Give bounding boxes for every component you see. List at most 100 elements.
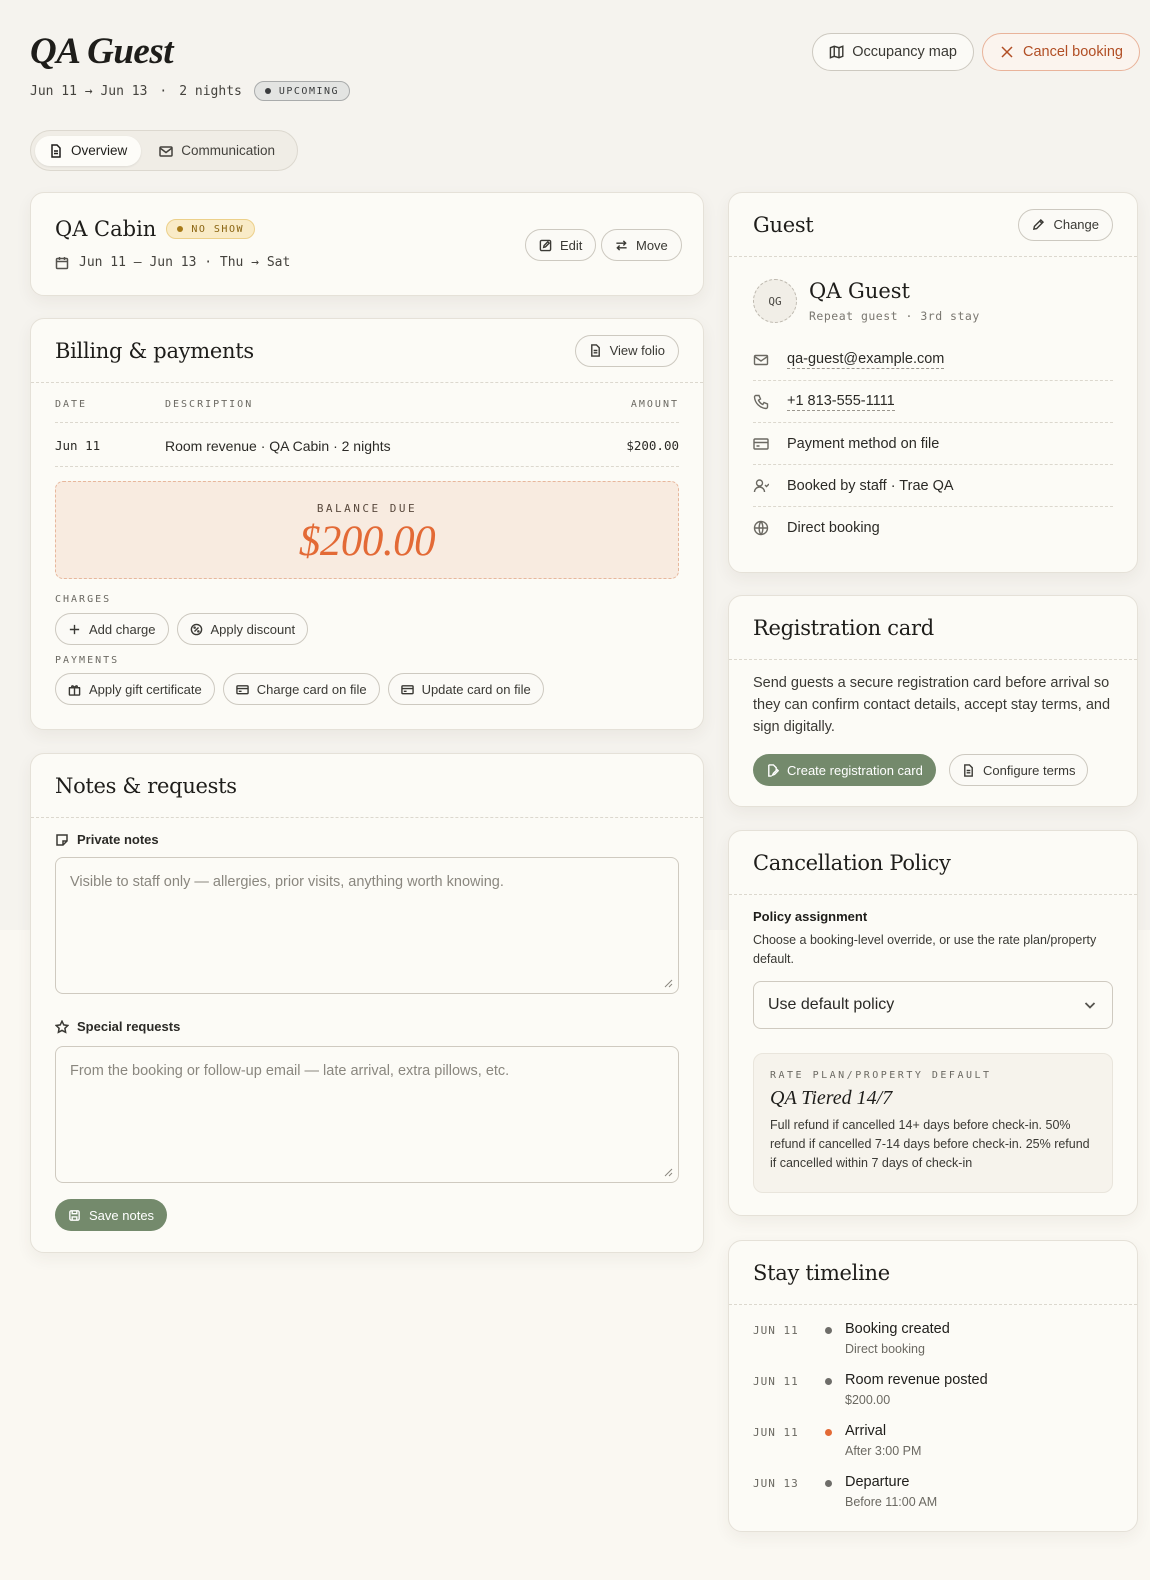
apply-discount-button[interactable]: Apply discount bbox=[176, 613, 309, 645]
guest-booked-by-row: Booked by staff · Trae QA bbox=[753, 465, 1113, 507]
col-date-header: DATE bbox=[55, 399, 88, 410]
default-policy-box: RATE PLAN/PROPERTY DEFAULT QA Tiered 14/… bbox=[753, 1053, 1113, 1193]
timeline-dot bbox=[825, 1429, 832, 1436]
timeline-subtitle: Direct booking bbox=[845, 1342, 925, 1356]
charge-card-label: Charge card on file bbox=[256, 681, 367, 697]
view-folio-button[interactable]: View folio bbox=[574, 334, 679, 367]
star-icon bbox=[55, 1019, 69, 1034]
globe-icon bbox=[753, 520, 769, 536]
user-icon bbox=[753, 478, 769, 492]
payments-actions: Apply gift certificate Charge card on fi… bbox=[55, 673, 544, 705]
guest-card-title: Guest bbox=[753, 212, 814, 237]
cancel-booking-button[interactable]: Cancel booking bbox=[982, 33, 1140, 71]
create-registration-card-button[interactable]: Create registration card bbox=[753, 754, 936, 786]
default-policy-description: Full refund if cancelled 14+ days before… bbox=[770, 1118, 1090, 1170]
guest-email[interactable]: qa-guest@example.com bbox=[787, 351, 945, 369]
no-show-dot bbox=[177, 226, 184, 232]
apply-discount-label: Apply discount bbox=[210, 621, 296, 637]
save-notes-button[interactable]: Save notes bbox=[55, 1199, 168, 1231]
timeline-date: JUN 13 bbox=[753, 1477, 799, 1490]
cancellation-header: Cancellation Policy bbox=[729, 831, 1137, 895]
billing-card: Billing & payments View folio DATE DESCR… bbox=[30, 318, 704, 730]
discount-icon bbox=[190, 623, 202, 635]
change-guest-button[interactable]: Change bbox=[1018, 208, 1113, 241]
status-badge: UPCOMING bbox=[253, 81, 351, 101]
guest-phone[interactable]: +1 813-555-1111 bbox=[787, 393, 895, 411]
update-card-label: Update card on file bbox=[421, 681, 531, 697]
tab-overview[interactable]: Overview bbox=[35, 135, 142, 166]
cabin-dates: Jun 11 — Jun 13 · Thu → Sat bbox=[55, 255, 290, 270]
cabin-header: QA Cabin NO SHOW bbox=[55, 217, 255, 241]
configure-terms-button[interactable]: Configure terms bbox=[949, 754, 1089, 786]
occupancy-map-button[interactable]: Occupancy map bbox=[812, 33, 974, 71]
special-requests-field[interactable]: From the booking or follow-up email — la… bbox=[55, 1046, 679, 1183]
save-icon bbox=[69, 1209, 80, 1221]
change-guest-label: Change bbox=[1053, 217, 1099, 232]
avatar: QG bbox=[753, 279, 797, 323]
policy-select[interactable]: Use default policy bbox=[753, 981, 1113, 1029]
row-description: Room revenue · QA Cabin · 2 nights bbox=[165, 437, 391, 454]
timeline-title: Stay timeline bbox=[753, 1260, 890, 1285]
mail-icon bbox=[159, 145, 174, 157]
move-button[interactable]: Move bbox=[601, 229, 682, 261]
timeline-item: JUN 11 Arrival After 3:00 PM bbox=[753, 1423, 1113, 1471]
private-notes-placeholder: Visible to staff only — allergies, prior… bbox=[70, 874, 504, 890]
edit-button[interactable]: Edit bbox=[525, 229, 597, 261]
resize-handle-icon[interactable] bbox=[664, 979, 673, 988]
close-icon bbox=[1001, 46, 1013, 58]
document-icon bbox=[964, 763, 973, 777]
no-show-label: NO SHOW bbox=[191, 223, 244, 235]
timeline-item: JUN 13 Departure Before 11:00 AM bbox=[753, 1474, 1113, 1522]
special-requests-label-text: Special requests bbox=[77, 1019, 181, 1034]
apply-gift-certificate-button[interactable]: Apply gift certificate bbox=[55, 673, 215, 705]
charge-card-button[interactable]: Charge card on file bbox=[222, 673, 380, 705]
registration-description: Send guests a secure registration card b… bbox=[753, 675, 1111, 735]
col-amount-header: AMOUNT bbox=[630, 399, 679, 410]
row-date: Jun 11 bbox=[55, 438, 101, 453]
move-icon bbox=[616, 239, 627, 251]
booking-nights: 2 nights bbox=[179, 83, 242, 99]
tab-communication[interactable]: Communication bbox=[145, 136, 289, 166]
folio-icon bbox=[590, 344, 600, 357]
update-card-button[interactable]: Update card on file bbox=[387, 673, 544, 705]
timeline-title-text: Arrival bbox=[845, 1423, 887, 1439]
notes-header: Notes & requests bbox=[31, 754, 703, 818]
phone-icon bbox=[753, 394, 769, 409]
guest-payment: Payment method on file bbox=[787, 435, 940, 452]
col-description-header: DESCRIPTION bbox=[165, 399, 254, 410]
notes-title: Notes & requests bbox=[55, 773, 237, 798]
private-notes-field[interactable]: Visible to staff only — allergies, prior… bbox=[55, 857, 679, 994]
cabin-dates-text: Jun 11 — Jun 13 · Thu → Sat bbox=[79, 255, 291, 270]
timeline-card: Stay timeline JUN 11 Booking created Dir… bbox=[728, 1240, 1138, 1532]
card-icon bbox=[400, 684, 414, 694]
guest-phone-row: +1 813-555-1111 bbox=[753, 381, 1113, 423]
timeline-title-text: Booking created bbox=[845, 1321, 950, 1337]
cabin-name: QA Cabin bbox=[55, 217, 157, 241]
billing-table-header: DATE DESCRIPTION AMOUNT bbox=[55, 399, 679, 423]
signature-icon bbox=[768, 763, 779, 777]
timeline-title-text: Room revenue posted bbox=[845, 1372, 988, 1388]
guest-email-row: qa-guest@example.com bbox=[753, 339, 1113, 381]
no-show-badge: NO SHOW bbox=[166, 219, 255, 239]
tab-communication-label: Communication bbox=[181, 143, 276, 158]
tab-overview-label: Overview bbox=[71, 143, 128, 158]
guest-source-row: Direct booking bbox=[753, 507, 1113, 549]
registration-header: Registration card bbox=[729, 596, 1137, 660]
edit-label: Edit bbox=[560, 237, 583, 253]
chevron-down-icon bbox=[1084, 1002, 1096, 1009]
add-charge-button[interactable]: Add charge bbox=[55, 613, 169, 645]
default-policy-label: RATE PLAN/PROPERTY DEFAULT bbox=[770, 1070, 992, 1081]
timeline-dot bbox=[825, 1480, 832, 1487]
card-icon bbox=[753, 437, 769, 450]
guest-name: QA Guest bbox=[809, 279, 911, 303]
billing-title: Billing & payments bbox=[55, 338, 254, 363]
resize-handle-icon[interactable] bbox=[664, 1168, 673, 1177]
timeline-item: JUN 11 Room revenue posted $200.00 bbox=[753, 1372, 1113, 1420]
guest-header: Guest Change bbox=[729, 193, 1137, 257]
timeline-subtitle: $200.00 bbox=[845, 1393, 891, 1407]
balance-due-label: BALANCE DUE bbox=[316, 502, 418, 515]
booking-dates: Jun 11 → Jun 13 bbox=[30, 83, 148, 99]
payments-label: PAYMENTS bbox=[55, 655, 120, 666]
timeline-date: JUN 11 bbox=[753, 1375, 799, 1388]
timeline-subtitle: After 3:00 PM bbox=[845, 1444, 922, 1458]
